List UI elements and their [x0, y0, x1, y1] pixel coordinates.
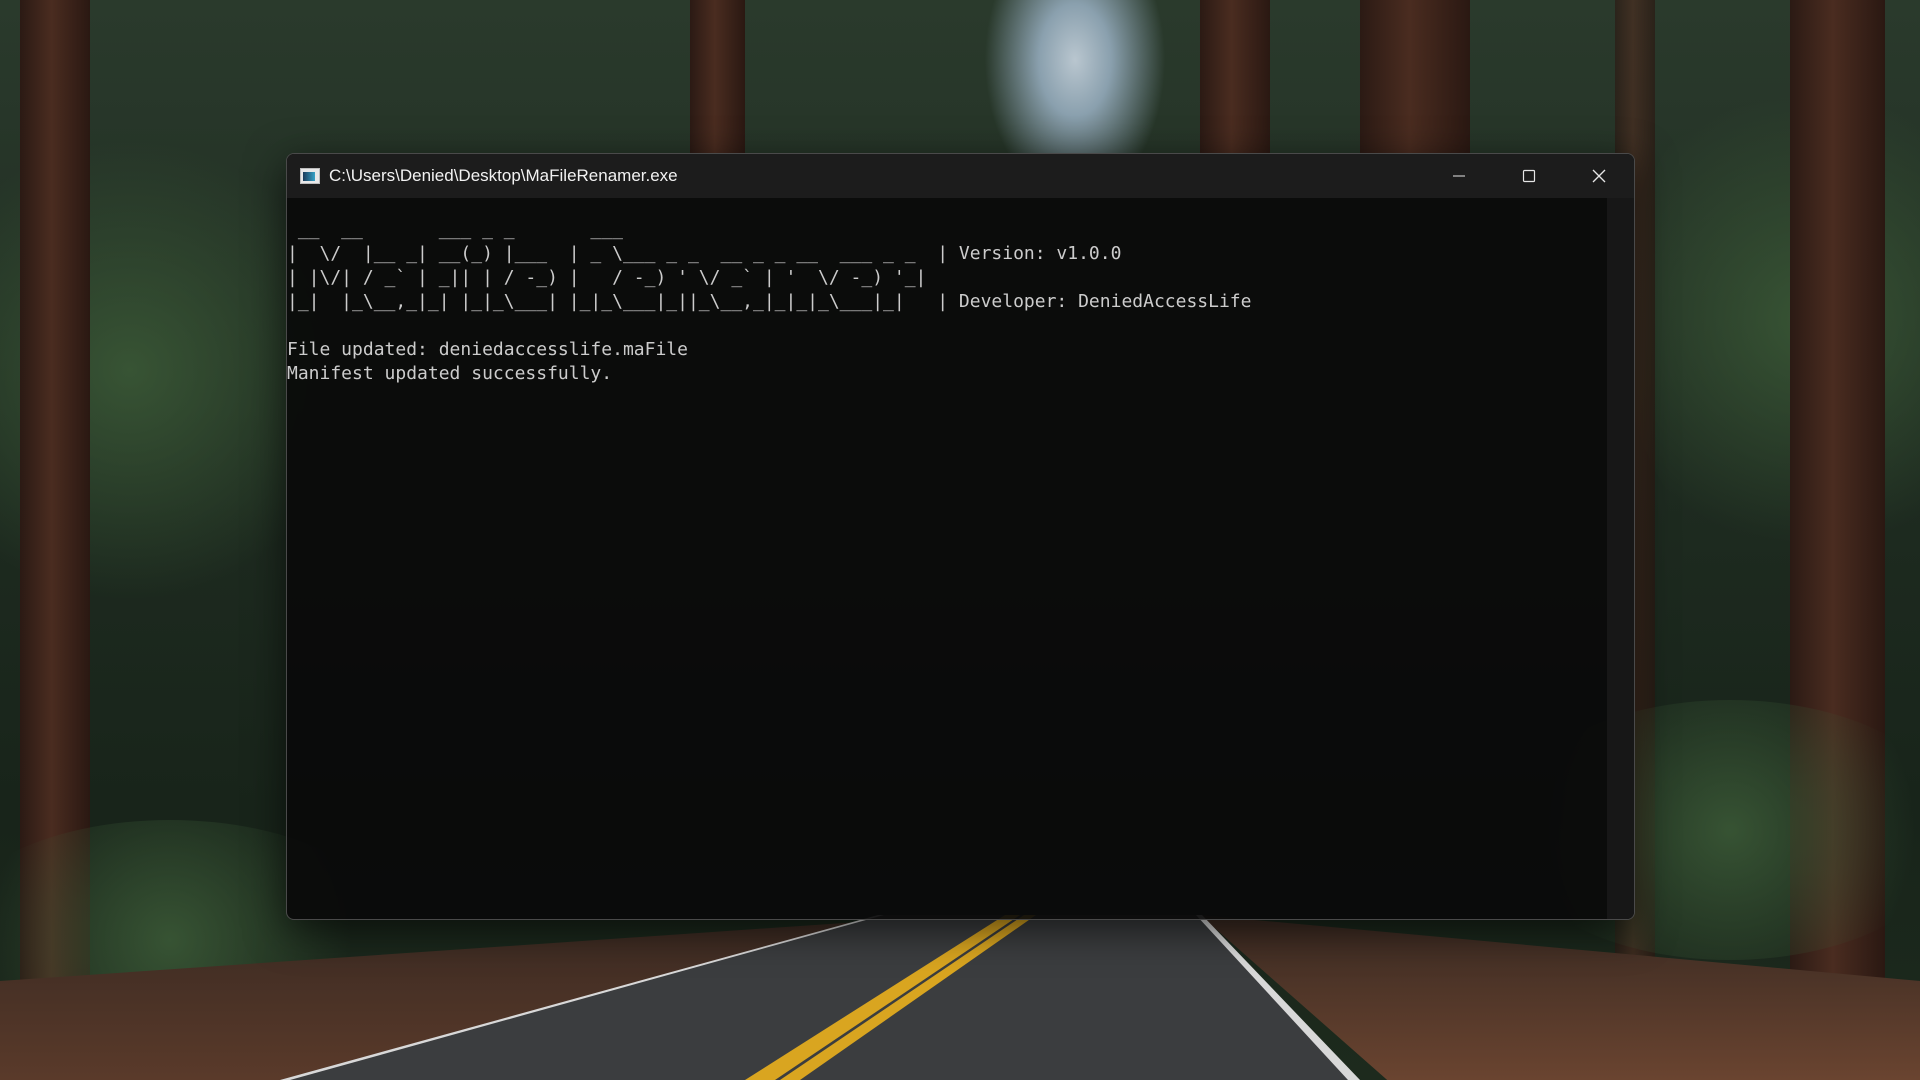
console-line-file-updated: File updated: deniedaccesslife.maFile [287, 339, 688, 360]
console-line-manifest-updated: Manifest updated successfully. [287, 363, 613, 384]
minimize-button[interactable] [1424, 154, 1494, 198]
minimize-icon [1453, 175, 1465, 177]
console-scrollbar[interactable] [1607, 198, 1634, 919]
close-button[interactable] [1564, 154, 1634, 198]
console-line-ascii-art: | |\/| / _` | _|| | / -_) | / -_) ' \/ _… [287, 267, 927, 288]
wallpaper-tree-trunk [690, 0, 745, 160]
window-title: C:\Users\Denied\Desktop\MaFileRenamer.ex… [329, 166, 678, 185]
title-bar[interactable]: C:\Users\Denied\Desktop\MaFileRenamer.ex… [287, 154, 1634, 198]
wallpaper-tree-trunk [1360, 0, 1470, 160]
console-line-ascii-art: __ __ ___ _ _ ___ [287, 219, 970, 240]
maximize-button[interactable] [1494, 154, 1564, 198]
maximize-icon [1522, 169, 1536, 183]
console-app-icon[interactable] [300, 168, 320, 184]
console-line-ascii-art-developer: |_| |_\__,_|_| |_|_\___| |_|_\___|_||_\_… [287, 291, 1252, 312]
window-controls [1424, 154, 1634, 198]
close-icon [1592, 169, 1606, 183]
console-window[interactable]: C:\Users\Denied\Desktop\MaFileRenamer.ex… [286, 153, 1635, 920]
desktop-wallpaper: C:\Users\Denied\Desktop\MaFileRenamer.ex… [0, 0, 1920, 1080]
console-output[interactable]: __ __ ___ _ _ ___ | \/ |__ _| __(_) |___… [287, 198, 1607, 919]
wallpaper-tree-trunk [1200, 0, 1270, 160]
console-line-ascii-art-version: | \/ |__ _| __(_) |___ | _ \___ _ _ __ _… [287, 243, 1122, 264]
